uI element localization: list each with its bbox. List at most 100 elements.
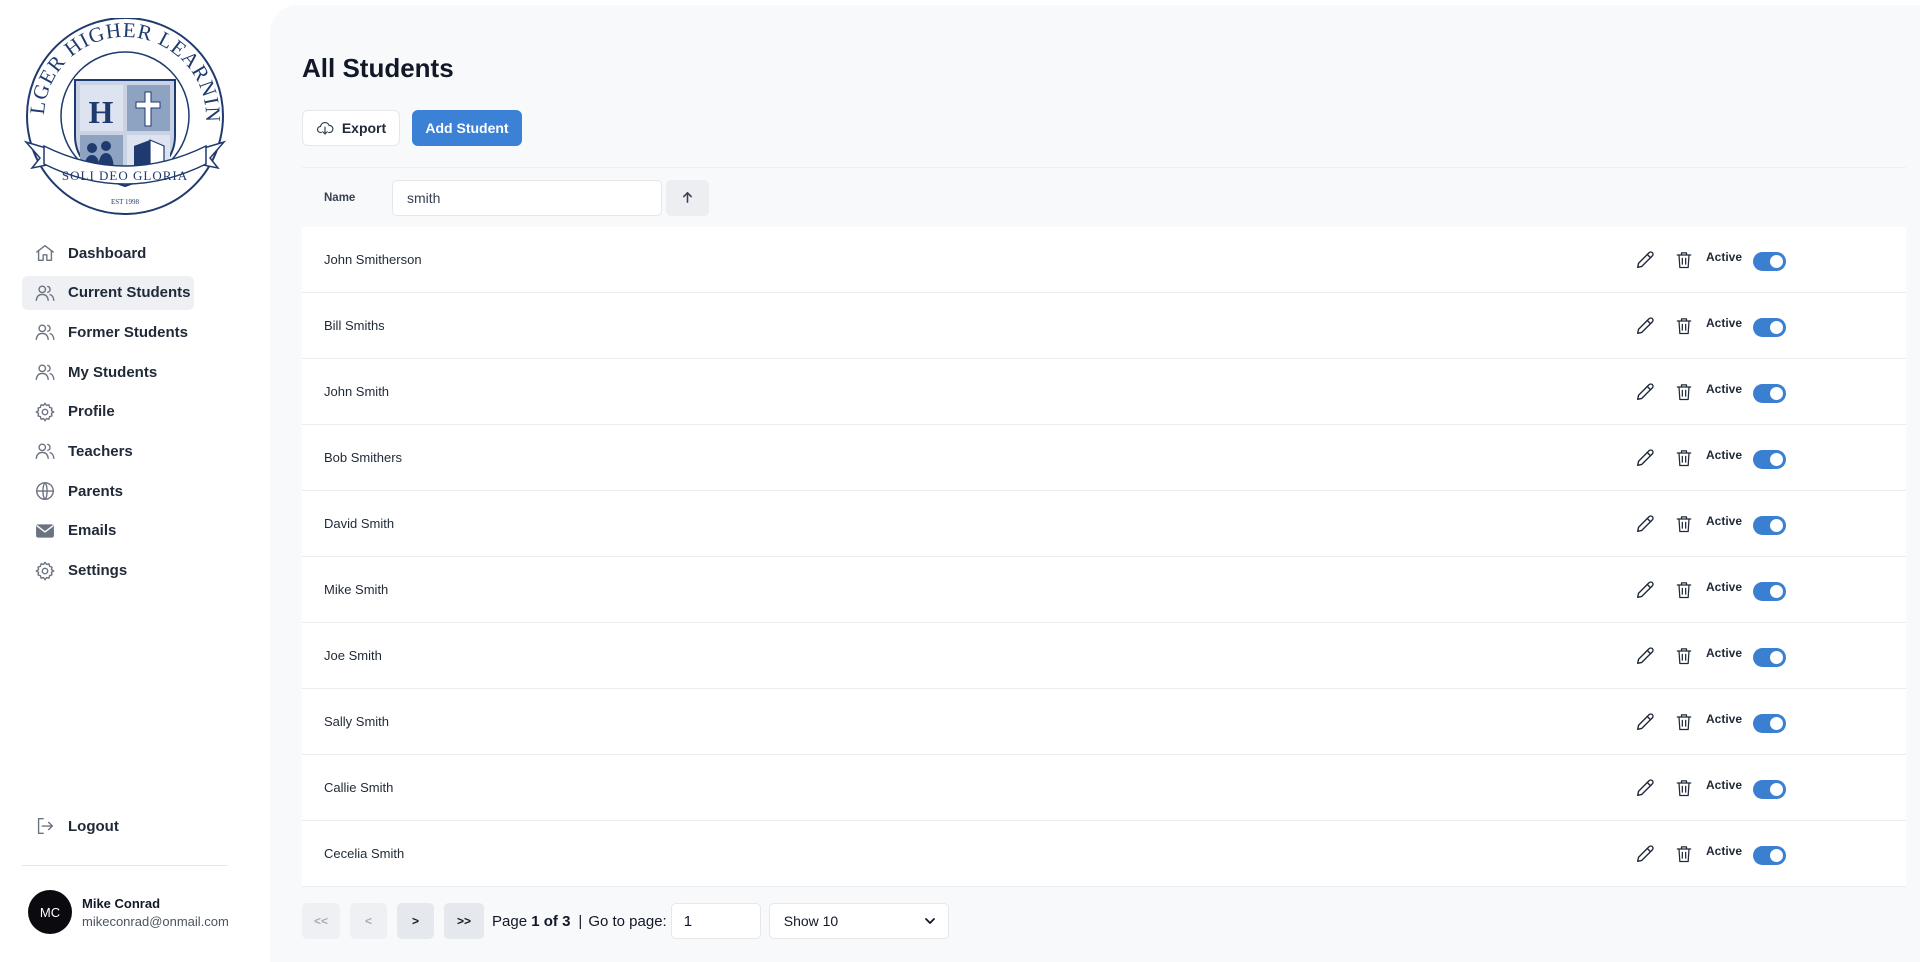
last-page-button[interactable]: >> (444, 903, 484, 939)
student-name: Callie Smith (324, 780, 394, 795)
sort-button[interactable] (666, 179, 709, 216)
add-student-button[interactable]: Add Student (412, 110, 522, 146)
trash-icon[interactable] (1674, 711, 1694, 733)
sidebar-item-dashboard[interactable]: Dashboard (22, 236, 194, 270)
logout-button[interactable]: Logout (22, 809, 194, 843)
name-filter-input[interactable] (392, 179, 662, 216)
active-toggle[interactable] (1753, 516, 1786, 535)
cloud-download-icon (316, 121, 334, 135)
sidebar-item-label: Teachers (68, 442, 133, 460)
sidebar-item-label: Settings (68, 562, 128, 579)
trash-icon[interactable] (1674, 381, 1694, 403)
trash-icon[interactable] (1674, 249, 1694, 271)
page-title: All Students (302, 53, 454, 83)
student-name: Sally Smith (324, 714, 390, 729)
edit-icon[interactable] (1634, 513, 1656, 535)
edit-icon[interactable] (1634, 777, 1656, 799)
school-logo[interactable]: HILGER HIGHER LEARNING H SOLI DEO GLORIA… (14, 0, 228, 220)
gear-icon (34, 560, 56, 582)
export-button[interactable]: Export (302, 110, 400, 146)
school-crest-icon: HILGER HIGHER LEARNING H SOLI DEO GLORIA… (14, 0, 227, 215)
export-label: Export (341, 120, 387, 136)
edit-icon[interactable] (1634, 447, 1656, 469)
sidebar-item-settings[interactable]: Settings (22, 554, 194, 588)
table-row: John Smitherson Active (302, 227, 1906, 293)
trash-icon[interactable] (1674, 777, 1694, 799)
edit-icon[interactable] (1634, 579, 1656, 601)
page-of: of (543, 912, 558, 930)
users-icon (34, 321, 56, 343)
edit-icon[interactable] (1634, 843, 1656, 865)
column-header-name: Name (324, 191, 356, 204)
logout-section: Logout (22, 809, 194, 849)
avatar: MC (28, 890, 72, 934)
chevron-down-icon (924, 918, 935, 924)
edit-icon[interactable] (1634, 315, 1656, 337)
status-label: Active (1706, 514, 1743, 528)
users-icon (34, 361, 56, 383)
sidebar-item-former-students[interactable]: Former Students (22, 315, 194, 349)
page-current: 1 (531, 912, 540, 930)
table-row: Cecelia Smith Active (302, 821, 1906, 887)
sidebar-item-parents[interactable]: Parents (22, 474, 194, 508)
status-label: Active (1706, 844, 1743, 858)
sidebar-item-teachers[interactable]: Teachers (22, 434, 194, 468)
user-profile[interactable]: MC Mike Conrad mikeconrad@onmail.com (28, 890, 229, 934)
edit-icon[interactable] (1634, 381, 1656, 403)
sidebar-item-profile[interactable]: Profile (22, 395, 194, 429)
students-table: Name John Smitherson Active Bill Smiths Act… (302, 167, 1906, 887)
table-header: Name (302, 167, 1906, 227)
active-toggle[interactable] (1753, 450, 1786, 469)
active-toggle[interactable] (1753, 780, 1786, 799)
goto-page-input[interactable] (670, 903, 761, 939)
sidebar-item-emails[interactable]: Emails (22, 514, 194, 548)
page-prefix: Page (492, 912, 528, 930)
trash-icon[interactable] (1674, 513, 1694, 535)
users-icon (34, 440, 56, 462)
active-toggle[interactable] (1753, 252, 1786, 271)
trash-icon[interactable] (1674, 447, 1694, 469)
status-label: Active (1706, 712, 1743, 726)
next-page-button[interactable]: > (397, 903, 434, 939)
active-toggle[interactable] (1753, 648, 1786, 667)
sidebar-item-label: Profile (68, 403, 115, 421)
sidebar-item-current-students[interactable]: Current Students (22, 275, 194, 310)
trash-icon[interactable] (1674, 645, 1694, 667)
student-name: Mike Smith (324, 582, 389, 597)
page-indicator: Page 1 of 3 (492, 913, 570, 930)
logout-label: Logout (68, 817, 119, 835)
table-row: Joe Smith Active (302, 623, 1906, 689)
active-toggle[interactable] (1753, 582, 1786, 601)
edit-icon[interactable] (1634, 249, 1656, 271)
user-info: Mike Conrad mikeconrad@onmail.com (82, 896, 229, 929)
active-toggle[interactable] (1753, 846, 1786, 865)
table-row: John Smith Active (302, 359, 1906, 425)
student-name: Cecelia Smith (324, 846, 405, 861)
active-toggle[interactable] (1753, 384, 1786, 403)
page-size-select[interactable]: Show 10 (768, 903, 949, 939)
pagination: << < > >> Page 1 of 3 | Go to page: Show… (302, 903, 949, 939)
svg-text:H: H (89, 94, 114, 130)
edit-icon[interactable] (1634, 645, 1656, 667)
first-page-button[interactable]: << (302, 903, 340, 939)
sidebar-item-label: Emails (68, 522, 117, 540)
sidebar-item-my-students[interactable]: My Students (22, 355, 194, 389)
table-row: Sally Smith Active (302, 689, 1906, 755)
student-name: Bill Smiths (324, 318, 385, 333)
active-toggle[interactable] (1753, 714, 1786, 733)
table-row: Bill Smiths Active (302, 293, 1906, 359)
gear-icon (34, 401, 56, 423)
table-row: Mike Smith Active (302, 557, 1906, 623)
trash-icon[interactable] (1674, 315, 1694, 337)
prev-page-button[interactable]: < (350, 903, 387, 939)
trash-icon[interactable] (1674, 579, 1694, 601)
logout-icon (34, 815, 56, 837)
student-name: Joe Smith (324, 648, 382, 663)
trash-icon[interactable] (1674, 843, 1694, 865)
user-email: mikeconrad@onmail.com (82, 913, 229, 929)
edit-icon[interactable] (1634, 711, 1656, 733)
status-label: Active (1706, 382, 1743, 396)
sidebar-divider (22, 865, 228, 866)
active-toggle[interactable] (1753, 318, 1786, 337)
status-label: Active (1706, 646, 1743, 660)
